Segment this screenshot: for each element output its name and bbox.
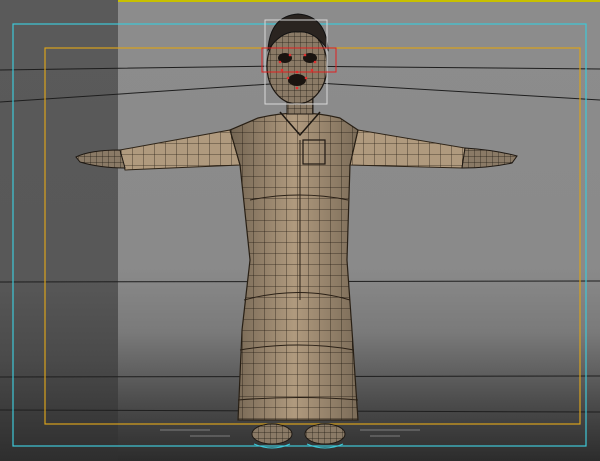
3d-viewport[interactable] — [0, 0, 600, 461]
left-hand — [75, 149, 126, 169]
left-shoe — [251, 423, 293, 445]
right-hand — [461, 147, 518, 169]
viewport-scene[interactable] — [0, 0, 600, 461]
right-shoe — [304, 423, 346, 445]
character-mesh[interactable] — [75, 13, 518, 449]
